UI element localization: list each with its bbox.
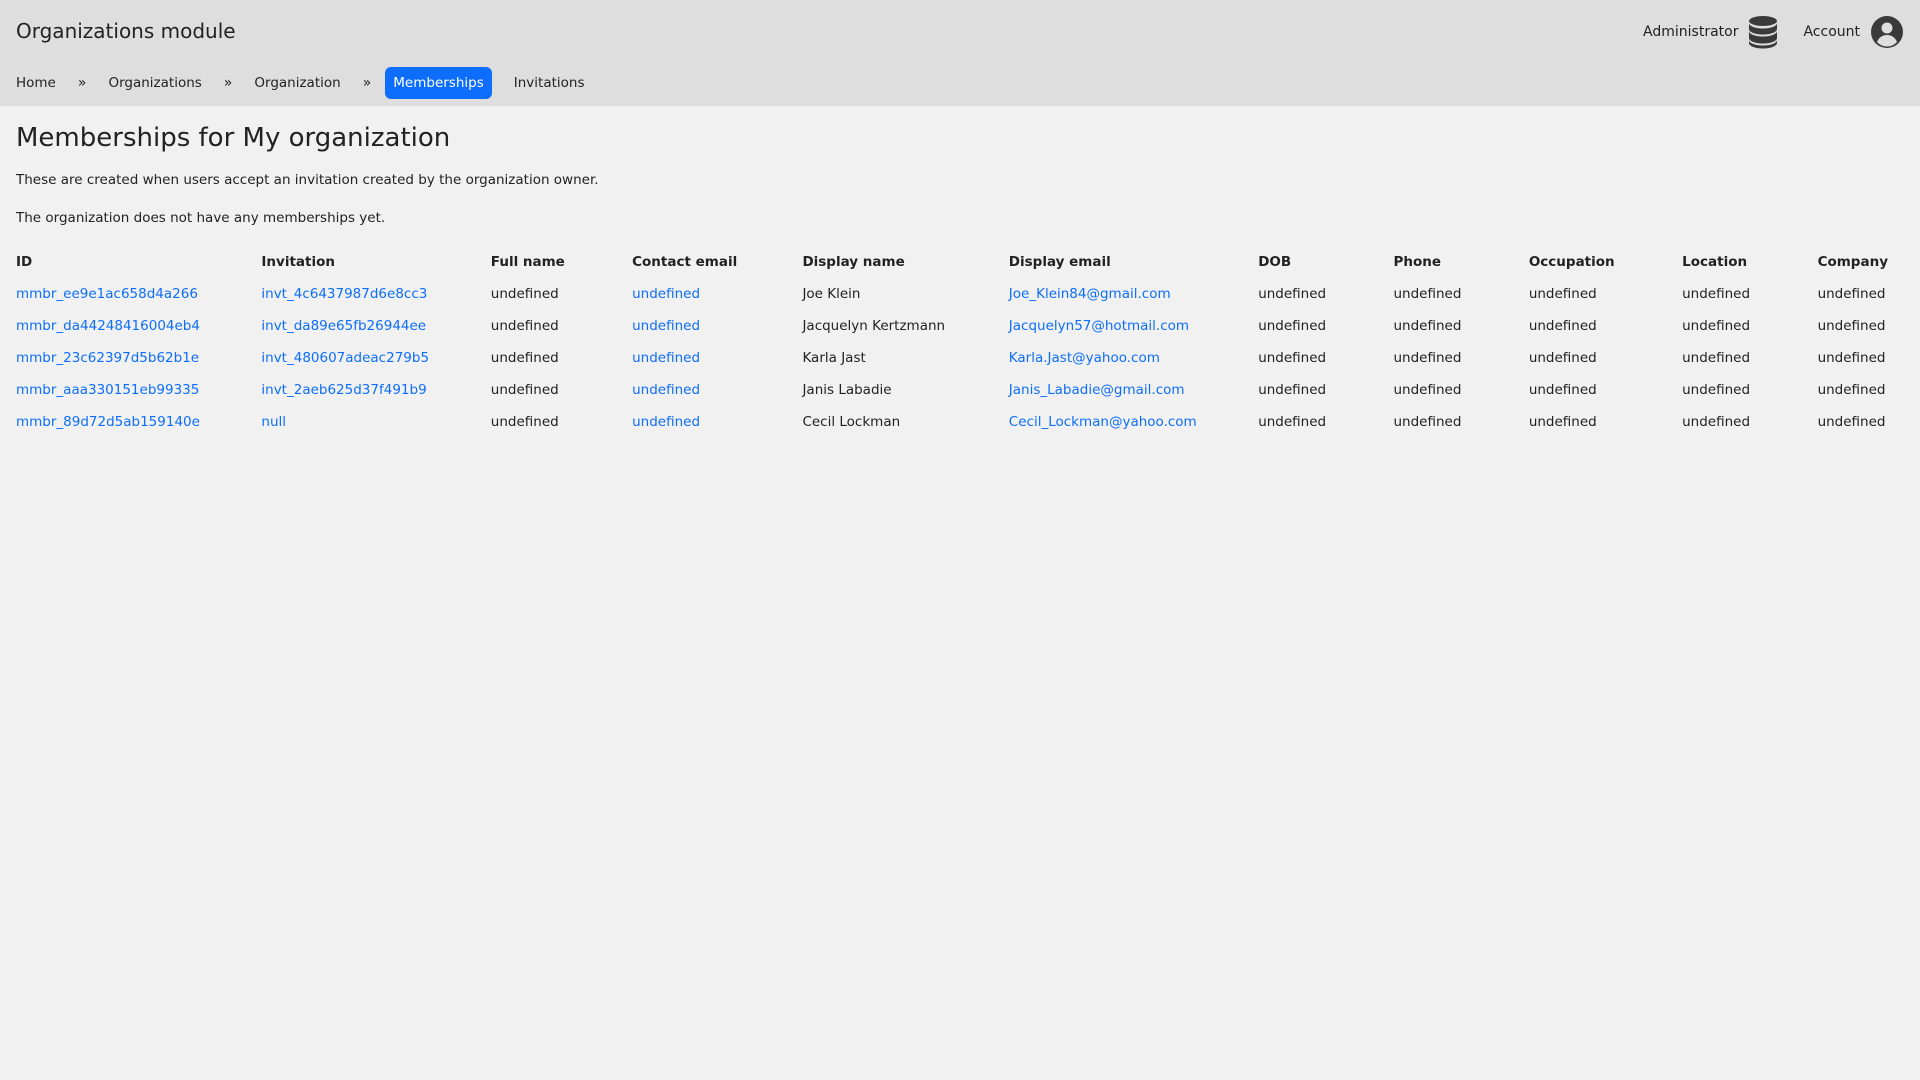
occupation-cell: undefined — [1528, 382, 1597, 398]
company-cell: undefined — [1817, 382, 1886, 398]
administrator-label: Administrator — [1643, 24, 1739, 40]
column-header-contact-email: Contact email — [632, 254, 738, 270]
full-name-cell: undefined — [490, 414, 559, 430]
dob-cell: undefined — [1258, 414, 1327, 430]
company-cell: undefined — [1817, 350, 1886, 366]
administrator-menu[interactable]: Administrator — [1643, 15, 1778, 49]
account-menu[interactable]: Account — [1803, 15, 1904, 49]
contact-email-link[interactable]: undefined — [632, 414, 700, 430]
invitation-id-link[interactable]: invt_480607adeac279b5 — [261, 350, 429, 366]
membership-id-link[interactable]: mmbr_aaa330151eb99335 — [16, 382, 199, 398]
account-label: Account — [1803, 24, 1860, 40]
column-header-occupation: Occupation — [1528, 254, 1615, 270]
membership-id-link[interactable]: mmbr_23c62397d5b62b1e — [16, 350, 199, 366]
full-name-cell: undefined — [490, 286, 559, 302]
full-name-cell: undefined — [490, 382, 559, 398]
display-name-cell: Joe Klein — [802, 286, 861, 302]
occupation-cell: undefined — [1528, 286, 1597, 302]
column-header-company: Company — [1817, 254, 1888, 270]
display-email-link[interactable]: Jacquelyn57@hotmail.com — [1009, 318, 1189, 334]
column-header-display-email: Display email — [1008, 254, 1111, 270]
column-header-display-name: Display name — [802, 254, 905, 270]
phone-cell: undefined — [1393, 414, 1462, 430]
table-row: mmbr_da44248416004eb4 invt_da89e65fb2694… — [8, 310, 1896, 342]
nav-organizations[interactable]: Organizations — [100, 67, 209, 99]
invitation-id-link[interactable]: null — [261, 414, 286, 430]
dob-cell: undefined — [1258, 318, 1327, 334]
invitation-id-link[interactable]: invt_4c6437987d6e8cc3 — [261, 286, 427, 302]
contact-email-link[interactable]: undefined — [632, 350, 700, 366]
display-name-cell: Jacquelyn Kertzmann — [802, 318, 946, 334]
membership-id-link[interactable]: mmbr_89d72d5ab159140e — [16, 414, 200, 430]
page-description: These are created when users accept an i… — [16, 172, 599, 188]
display-email-link[interactable]: Joe_Klein84@gmail.com — [1009, 286, 1171, 302]
location-cell: undefined — [1682, 318, 1751, 334]
top-header: Organizations module Administrator Accou… — [0, 0, 1920, 106]
membership-id-link[interactable]: mmbr_da44248416004eb4 — [16, 318, 200, 334]
membership-id-link[interactable]: mmbr_ee9e1ac658d4a266 — [16, 286, 198, 302]
breadcrumb: Home » Organizations » Organization » Me… — [8, 67, 593, 99]
header-actions: Administrator Account — [1643, 15, 1904, 49]
breadcrumb-separator: » — [77, 75, 87, 91]
contact-email-link[interactable]: undefined — [632, 286, 700, 302]
contact-email-link[interactable]: undefined — [632, 382, 700, 398]
database-icon — [1748, 15, 1778, 49]
column-header-id: ID — [16, 254, 33, 270]
company-cell: undefined — [1817, 318, 1886, 334]
company-cell: undefined — [1817, 414, 1886, 430]
table-row: mmbr_aaa330151eb99335 invt_2aeb625d37f49… — [8, 374, 1896, 406]
invitation-id-link[interactable]: invt_2aeb625d37f491b9 — [261, 382, 426, 398]
phone-cell: undefined — [1393, 350, 1462, 366]
nav-memberships[interactable]: Memberships — [385, 67, 492, 99]
dob-cell: undefined — [1258, 350, 1327, 366]
phone-cell: undefined — [1393, 382, 1462, 398]
empty-message: The organization does not have any membe… — [16, 210, 386, 226]
location-cell: undefined — [1682, 382, 1751, 398]
full-name-cell: undefined — [490, 350, 559, 366]
user-circle-icon — [1870, 15, 1904, 49]
display-email-link[interactable]: Cecil_Lockman@yahoo.com — [1009, 414, 1197, 430]
phone-cell: undefined — [1393, 286, 1462, 302]
table-row: mmbr_ee9e1ac658d4a266 invt_4c6437987d6e8… — [8, 278, 1896, 310]
display-email-link[interactable]: Karla.Jast@yahoo.com — [1009, 350, 1160, 366]
contact-email-link[interactable]: undefined — [632, 318, 700, 334]
column-header-full-name: Full name — [490, 254, 565, 270]
location-cell: undefined — [1682, 414, 1751, 430]
nav-organization[interactable]: Organization — [246, 67, 348, 99]
occupation-cell: undefined — [1528, 350, 1597, 366]
column-header-invitation: Invitation — [261, 254, 335, 270]
main-content: Memberships for My organization These ar… — [16, 122, 1904, 430]
table-row: mmbr_23c62397d5b62b1e invt_480607adeac27… — [8, 342, 1896, 374]
nav-home[interactable]: Home — [8, 67, 64, 99]
display-email-link[interactable]: Janis_Labadie@gmail.com — [1009, 382, 1185, 398]
display-name-cell: Cecil Lockman — [802, 414, 901, 430]
dob-cell: undefined — [1258, 382, 1327, 398]
app-title: Organizations module — [16, 19, 236, 43]
column-header-dob: DOB — [1258, 254, 1292, 270]
breadcrumb-separator: » — [362, 75, 372, 91]
page-title: Memberships for My organization — [16, 123, 451, 153]
location-cell: undefined — [1682, 350, 1751, 366]
table-header-row: ID Invitation Full name Contact email Di… — [8, 246, 1896, 278]
location-cell: undefined — [1682, 286, 1751, 302]
phone-cell: undefined — [1393, 318, 1462, 334]
invitation-id-link[interactable]: invt_da89e65fb26944ee — [261, 318, 426, 334]
dob-cell: undefined — [1258, 286, 1327, 302]
column-header-location: Location — [1682, 254, 1748, 270]
display-name-cell: Karla Jast — [802, 350, 866, 366]
display-name-cell: Janis Labadie — [802, 382, 892, 398]
table-row: mmbr_89d72d5ab159140e null undefined und… — [8, 406, 1896, 438]
nav-invitations[interactable]: Invitations — [506, 67, 593, 99]
company-cell: undefined — [1817, 286, 1886, 302]
full-name-cell: undefined — [490, 318, 559, 334]
occupation-cell: undefined — [1528, 414, 1597, 430]
breadcrumb-separator: » — [223, 75, 233, 91]
memberships-table: ID Invitation Full name Contact email Di… — [8, 246, 1896, 438]
column-header-phone: Phone — [1393, 254, 1442, 270]
occupation-cell: undefined — [1528, 318, 1597, 334]
